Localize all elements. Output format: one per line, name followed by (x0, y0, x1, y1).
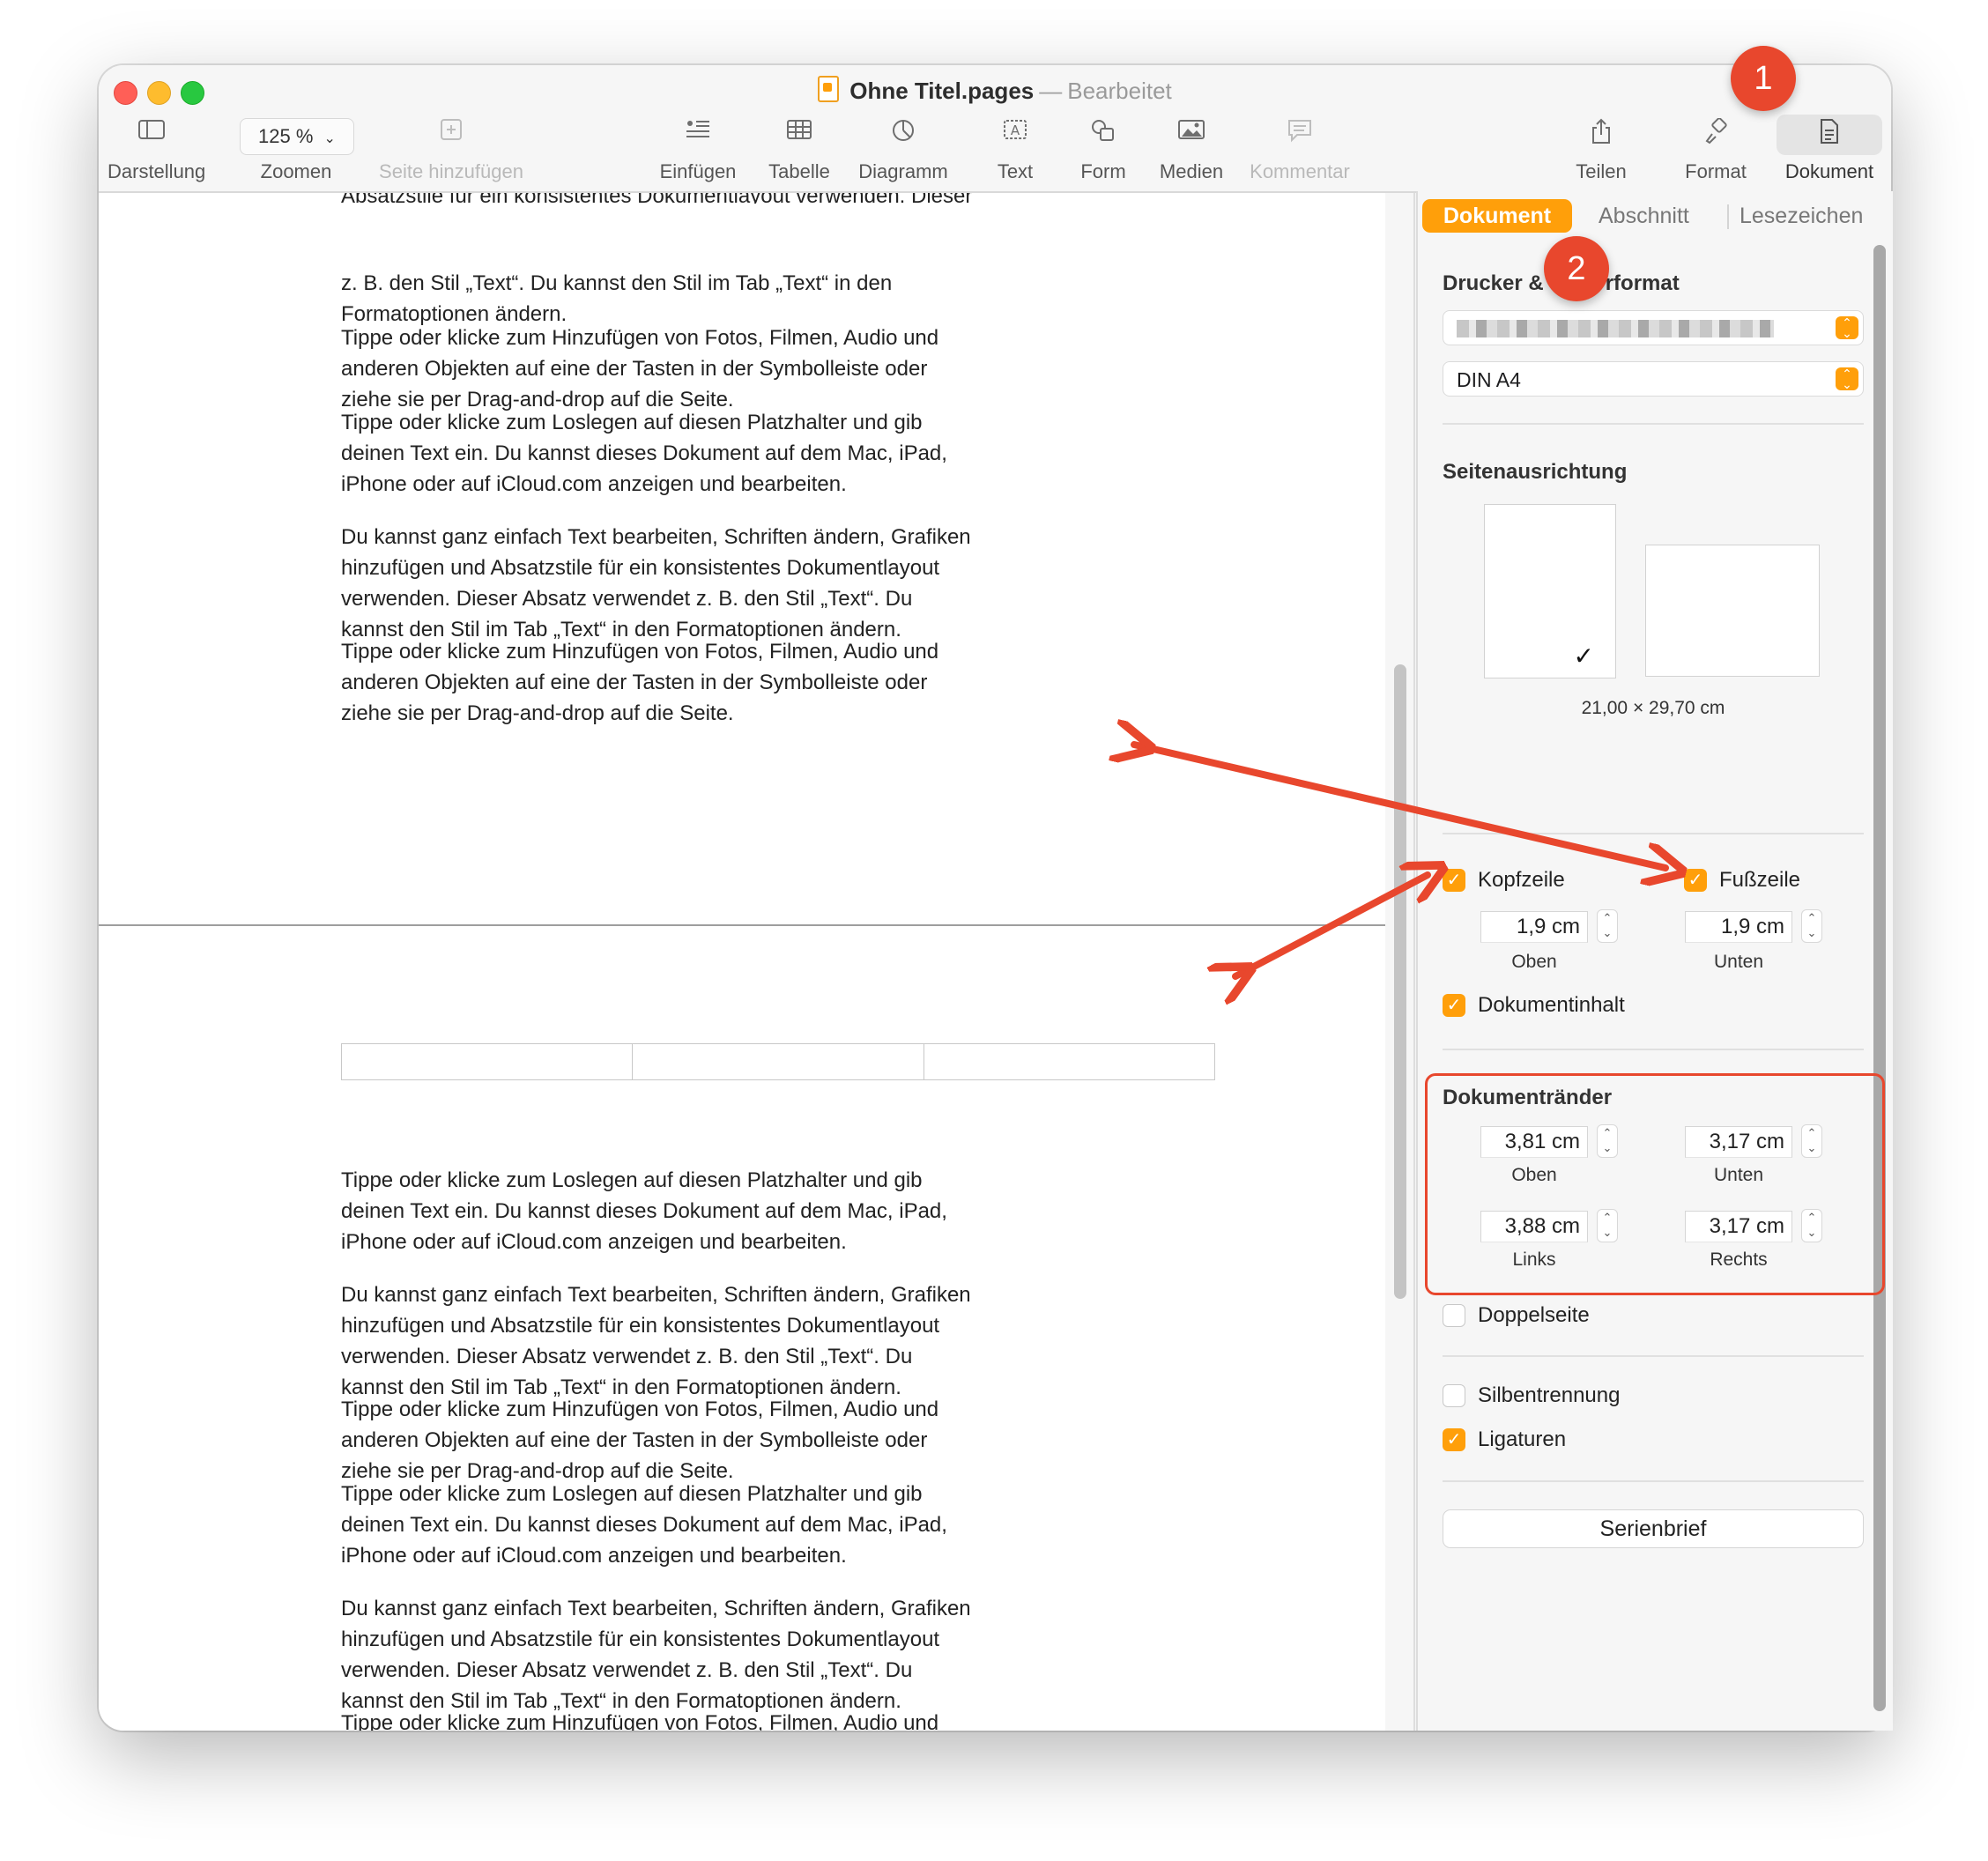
step-badge-2: 2 (1544, 236, 1609, 301)
arrow-header-to-footer (1134, 745, 1665, 868)
step-badge-1: 1 (1731, 46, 1796, 111)
annotation-arrows (0, 0, 1988, 1861)
arrow-footer-area (1235, 875, 1428, 976)
